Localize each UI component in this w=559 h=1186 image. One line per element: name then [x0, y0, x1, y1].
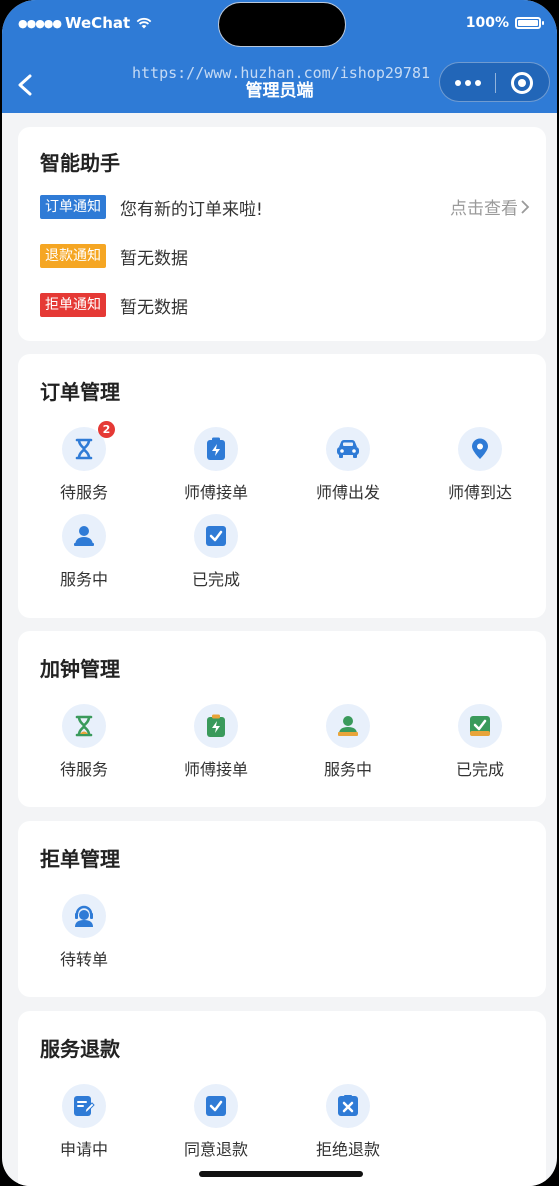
reject-notice-tag: 拒单通知	[40, 293, 106, 317]
approve-box-icon	[194, 1084, 238, 1128]
order-notice-text: 您有新的订单来啦!	[120, 199, 263, 220]
more-menu-button[interactable]	[440, 63, 495, 103]
order-worker-accepted[interactable]: 师傅接单	[156, 427, 276, 503]
phone-screen: ●●●●● WeChat 100% 管理员端 https://www.huzha…	[2, 0, 557, 1186]
refund-notice-text: 暂无数据	[120, 248, 188, 269]
lightning-clipboard-icon	[194, 427, 238, 471]
battery-percentage: 100%	[465, 15, 509, 31]
view-orders-link[interactable]: 点击查看	[450, 194, 530, 219]
reject-pending-transfer[interactable]: 待转单	[24, 894, 144, 970]
item-label: 待转单	[59, 950, 108, 969]
agent-icon	[62, 894, 106, 938]
hourglass-icon	[62, 704, 106, 748]
order-worker-arrived[interactable]: 师傅到达	[420, 427, 540, 503]
refund-notice-tag: 退款通知	[40, 244, 106, 268]
item-label: 拒绝退款	[315, 1140, 380, 1159]
item-label: 申请中	[59, 1140, 108, 1159]
extra-completed[interactable]: 已完成	[420, 704, 540, 780]
order-in-service[interactable]: 服务中	[24, 514, 144, 590]
refund-rejected[interactable]: 拒绝退款	[288, 1084, 408, 1160]
status-left: ●●●●● WeChat	[18, 14, 152, 32]
edit-doc-icon	[62, 1084, 106, 1128]
order-notice-row[interactable]: 订单通知 您有新的订单来啦! 点击查看	[40, 194, 530, 220]
check-box-icon	[194, 514, 238, 558]
item-label: 师傅出发	[315, 483, 380, 502]
reject-management-title: 拒单管理	[40, 847, 120, 871]
top-bar: ●●●●● WeChat 100% 管理员端 https://www.huzha…	[2, 0, 557, 113]
extra-time-management-title: 加钟管理	[40, 657, 120, 681]
signal-icon: ●●●●●	[18, 16, 62, 30]
status-right: 100%	[465, 15, 544, 31]
extra-worker-accepted[interactable]: 师傅接单	[156, 704, 276, 780]
item-label: 师傅接单	[183, 483, 248, 502]
item-label: 同意退款	[183, 1140, 248, 1159]
capsule-divider	[495, 73, 496, 93]
chevron-right-icon	[521, 199, 530, 214]
item-label: 服务中	[59, 570, 108, 589]
refund-title: 服务退款	[40, 1037, 120, 1061]
mini-program-capsule	[439, 62, 550, 102]
close-mini-program-button[interactable]	[511, 72, 533, 94]
item-label: 已完成	[455, 760, 504, 779]
item-label: 师傅接单	[183, 760, 248, 779]
extra-pending-service[interactable]: 待服务	[24, 704, 144, 780]
refund-applying[interactable]: 申请中	[24, 1084, 144, 1160]
reject-box-icon	[326, 1084, 370, 1128]
order-notice-tag: 订单通知	[40, 195, 106, 219]
notch	[218, 2, 346, 47]
assistant-title: 智能助手	[40, 151, 120, 175]
item-label: 已完成	[191, 570, 240, 589]
reject-management-card: 拒单管理 待转单	[18, 821, 546, 997]
check-box-icon	[458, 704, 502, 748]
order-pending-service[interactable]: 2 待服务	[24, 421, 144, 503]
view-more-label: 点击查看	[450, 199, 518, 219]
hourglass-icon: 2	[62, 421, 115, 471]
refund-notice-row: 退款通知 暂无数据	[40, 243, 530, 269]
order-completed[interactable]: 已完成	[156, 514, 276, 590]
item-label: 待服务	[59, 760, 108, 779]
reject-notice-row: 拒单通知 暂无数据	[40, 292, 530, 318]
reject-notice-text: 暂无数据	[120, 297, 188, 318]
person-icon	[326, 704, 370, 748]
order-management-card: 订单管理 2 待服务 师傅接单 师傅出发 师傅到达 服务中 已完成	[18, 354, 546, 618]
assistant-card: 智能助手 订单通知 您有新的订单来啦! 点击查看 退款通知 暂无数据 拒单通知 …	[18, 127, 546, 341]
lightning-clipboard-icon	[194, 704, 238, 748]
item-label: 师傅到达	[447, 483, 512, 502]
order-management-title: 订单管理	[40, 380, 120, 404]
battery-icon	[515, 17, 544, 29]
item-label: 服务中	[323, 760, 372, 779]
order-worker-departed[interactable]: 师傅出发	[288, 427, 408, 503]
refund-card: 服务退款 申请中 同意退款 拒绝退款	[18, 1011, 546, 1186]
home-indicator[interactable]	[199, 1171, 363, 1177]
extra-in-service[interactable]: 服务中	[288, 704, 408, 780]
pending-count-badge: 2	[98, 421, 115, 438]
carrier-label: WeChat	[65, 14, 131, 32]
item-label: 待服务	[59, 483, 108, 502]
extra-time-management-card: 加钟管理 待服务 师傅接单 服务中 已完成	[18, 631, 546, 807]
refund-approved[interactable]: 同意退款	[156, 1084, 276, 1160]
car-icon	[326, 427, 370, 471]
location-pin-icon	[458, 427, 502, 471]
person-icon	[62, 514, 106, 558]
watermark-url: https://www.huzhan.com/ishop29781	[132, 64, 431, 82]
wifi-icon	[136, 17, 152, 29]
